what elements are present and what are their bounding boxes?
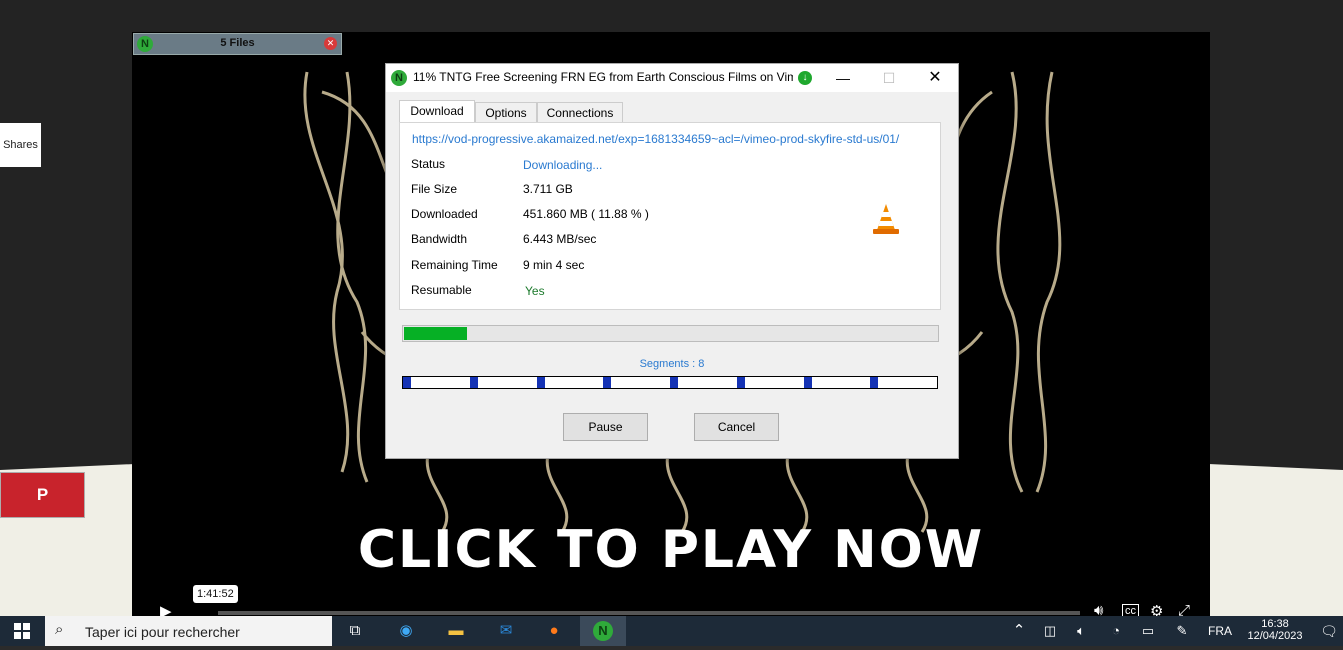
pinterest-share-button[interactable]: P <box>0 472 85 518</box>
shares-label: Shares <box>0 123 41 167</box>
status-label: Status <box>411 157 446 171</box>
segment-marker <box>804 377 812 388</box>
pen-icon[interactable]: ✎ <box>1172 616 1192 646</box>
volume-icon[interactable]: 🔊︎ <box>1094 602 1103 616</box>
remaining-time-label: Remaining Time <box>411 258 498 272</box>
pinterest-icon: P <box>36 485 49 504</box>
share-sidebar: Shares f P <box>0 123 85 518</box>
taskbar-search[interactable]: ⌕ Taper ici pour rechercher <box>45 616 332 646</box>
mail-icon[interactable]: ✉ <box>493 616 519 646</box>
bandwidth-value: 6.443 MB/sec <box>523 232 597 246</box>
click-to-play-overlay[interactable]: CLICK TO PLAY NOW <box>132 520 1210 580</box>
windows-start-icon[interactable] <box>8 616 36 646</box>
download-progress-bar <box>402 325 939 342</box>
file-explorer-icon[interactable]: ▬ <box>443 616 469 646</box>
download-info-panel: https://vod-progressive.akamaized.net/ex… <box>399 122 941 310</box>
captions-icon[interactable]: cc <box>1122 604 1139 616</box>
segments-bar <box>402 376 938 389</box>
pause-button[interactable]: Pause <box>563 413 648 441</box>
close-button[interactable]: ✕ <box>912 64 958 92</box>
dialog-title: 11% TNTG Free Screening FRN EG from Eart… <box>413 70 793 84</box>
download-arrow-icon: ↓ <box>798 71 812 85</box>
vlc-icon <box>873 204 899 234</box>
download-manager-taskbar-icon[interactable]: N <box>580 616 626 646</box>
chevron-up-icon[interactable]: ⌃ <box>1010 616 1028 646</box>
download-url[interactable]: https://vod-progressive.akamaized.net/ex… <box>412 132 932 146</box>
downloaded-value: 451.860 MB ( 11.88 % ) <box>523 207 649 221</box>
segments-label: Segments : 8 <box>639 358 705 370</box>
downloaded-label: Downloaded <box>411 207 478 221</box>
minimize-button[interactable]: — <box>820 64 866 92</box>
settings-icon[interactable]: ⚙ <box>1150 602 1163 616</box>
file-size-value: 3.711 GB <box>523 182 573 196</box>
play-icon[interactable]: ▶ <box>160 602 172 616</box>
firefox-icon[interactable]: ● <box>541 616 567 646</box>
search-input[interactable]: Taper ici pour rechercher <box>85 624 240 640</box>
search-icon: ⌕ <box>55 621 64 638</box>
clock-time: 16:38 <box>1261 618 1289 630</box>
wifi-icon[interactable]: ◔ <box>1106 616 1126 646</box>
maximize-button[interactable]: ☐ <box>866 64 912 92</box>
segment-marker <box>870 377 878 388</box>
clock-date: 12/04/2023 <box>1247 630 1303 642</box>
volume-icon[interactable]: 🔈︎ <box>1072 616 1090 646</box>
bandwidth-label: Bandwidth <box>411 232 468 246</box>
windows-taskbar: ⌕ Taper ici pour rechercher ⧉ ◉ ▬ ✉ ● N … <box>0 616 1343 646</box>
segment-marker <box>403 377 411 388</box>
segment-marker <box>470 377 478 388</box>
task-view-icon[interactable]: ⧉ <box>343 616 367 646</box>
meet-now-icon[interactable]: ◫ <box>1041 616 1059 646</box>
battery-icon[interactable]: ▭ <box>1138 616 1158 646</box>
close-icon[interactable]: ✕ <box>324 37 337 50</box>
segment-marker <box>537 377 545 388</box>
taskbar-clock[interactable]: 16:38 12/04/2023 <box>1243 618 1307 642</box>
segment-marker <box>737 377 745 388</box>
fullscreen-icon[interactable]: ⤢ <box>1178 602 1190 616</box>
app-logo-icon: N <box>391 70 407 86</box>
files-count-label: 5 Files <box>220 37 255 49</box>
remaining-time-value: 9 min 4 sec <box>523 258 585 272</box>
time-tooltip: 1:41:52 <box>193 585 238 603</box>
dialog-titlebar[interactable]: N 11% TNTG Free Screening FRN EG from Ea… <box>386 64 958 92</box>
video-seek-bar[interactable] <box>218 611 1080 615</box>
progress-fill <box>404 327 467 340</box>
download-dialog: N 11% TNTG Free Screening FRN EG from Ea… <box>385 63 959 459</box>
segment-marker <box>670 377 678 388</box>
resumable-value: Yes <box>525 284 545 298</box>
resumable-label: Resumable <box>411 283 472 297</box>
edge-icon[interactable]: ◉ <box>393 616 419 646</box>
segment-marker <box>603 377 611 388</box>
language-indicator[interactable]: FRA <box>1206 616 1234 646</box>
notifications-icon[interactable]: 🗨︎ <box>1318 616 1340 646</box>
status-value: Downloading... <box>523 158 603 172</box>
file-size-label: File Size <box>411 182 458 196</box>
files-queue-bar[interactable]: N 5 Files ✕ <box>133 33 342 55</box>
cancel-button[interactable]: Cancel <box>694 413 779 441</box>
